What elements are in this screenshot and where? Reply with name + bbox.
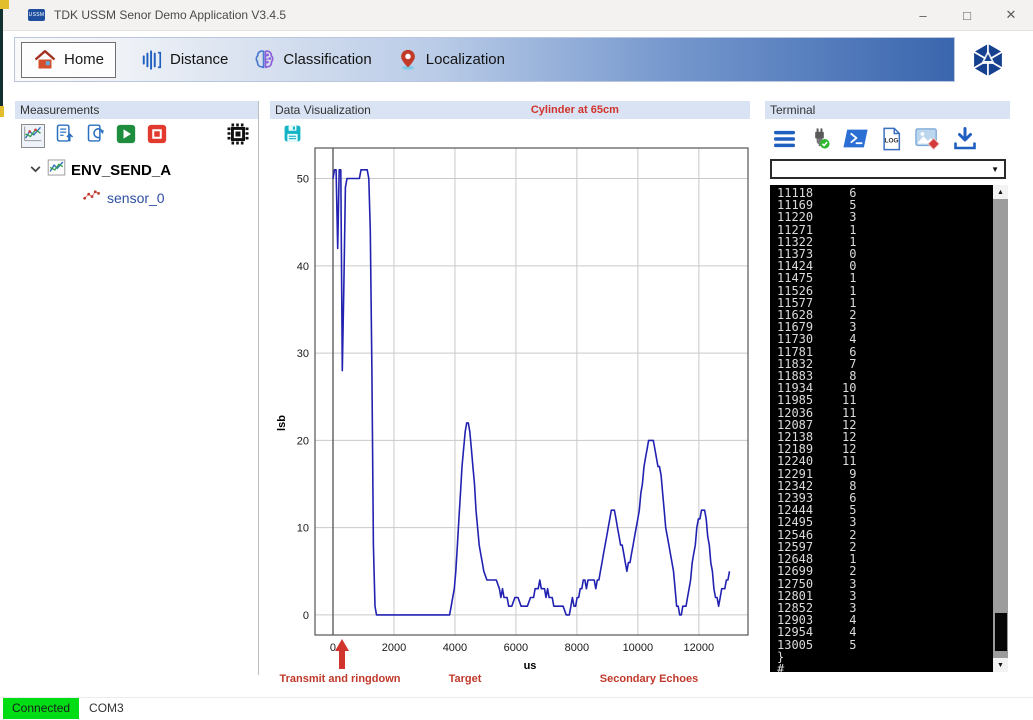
svg-text:6000: 6000	[504, 642, 528, 654]
chip-config-button[interactable]	[226, 122, 250, 151]
svg-text:30: 30	[297, 348, 309, 360]
export-script-button[interactable]	[52, 124, 76, 148]
svg-text:50: 50	[297, 174, 309, 186]
background-window-edge	[0, 0, 9, 9]
viz-toolbar	[270, 119, 750, 148]
menu-icon[interactable]	[773, 129, 796, 154]
document-refresh-button[interactable]	[83, 124, 107, 148]
nav-tab-localization[interactable]: Localization	[397, 48, 505, 71]
annotation-target: Target	[449, 673, 482, 685]
screenshot-icon[interactable]	[914, 127, 940, 156]
chip-icon	[226, 122, 250, 151]
com-port-tab[interactable]: COM3	[79, 698, 134, 719]
waveform-icon	[141, 49, 163, 71]
annotation-transmit: Transmit and ringdown	[279, 673, 400, 685]
nav-tab-home[interactable]: Home	[21, 41, 117, 78]
measurements-header: Measurements	[15, 101, 258, 119]
svg-text:40: 40	[297, 261, 309, 273]
powershell-icon[interactable]	[843, 128, 869, 154]
command-dropdown[interactable]: ▼	[770, 159, 1006, 179]
play-icon	[116, 124, 136, 149]
svg-text:20: 20	[297, 435, 309, 447]
scrollbar-thumb[interactable]	[994, 612, 1008, 652]
background-window-edge	[0, 106, 4, 117]
scroll-up-icon[interactable]: ▲	[993, 185, 1008, 199]
data-visualization-header: Data Visualization Cylinder at 65cm	[270, 101, 750, 119]
tree-node-sensor-0[interactable]: sensor_0	[15, 188, 258, 207]
measurements-toolbar	[15, 119, 258, 150]
map-pin-icon	[397, 48, 419, 71]
nav-bar: Home Distance Classification Localizatio…	[14, 37, 955, 82]
terminal-output: 11118 6 11169 5 11220 3 11271 1 11322 1 …	[777, 186, 857, 672]
log-file-icon[interactable]: LOG	[881, 127, 902, 156]
home-icon	[33, 48, 57, 72]
app-window: USSM TDK USSM Senor Demo Application V3.…	[0, 0, 1033, 720]
svg-text:10000: 10000	[623, 642, 654, 654]
chevron-down-icon[interactable]: ▼	[991, 165, 1004, 174]
usb-connected-icon[interactable]	[808, 127, 831, 155]
svg-text:8000: 8000	[565, 642, 589, 654]
measurements-tree: ENV_SEND_A sensor_0	[15, 150, 258, 207]
tree-node-label: sensor_0	[107, 189, 165, 206]
document-refresh-icon	[85, 123, 106, 149]
connection-status-badge: Connected	[3, 698, 80, 719]
svg-text:10: 10	[297, 523, 309, 535]
maximize-button[interactable]: □	[945, 0, 989, 30]
terminal-console[interactable]: 11118 6 11169 5 11220 3 11271 1 11322 1 …	[770, 185, 1008, 672]
nav-tab-distance-label: Distance	[170, 51, 229, 68]
export-script-icon	[54, 123, 75, 149]
chevron-down-icon[interactable]	[29, 161, 42, 179]
svg-text:12000: 12000	[684, 642, 715, 654]
terminal-panel: Terminal LOG ▼ 11118 6 11169 5 11220 3 1…	[765, 101, 1010, 676]
graph-display-icon	[23, 124, 43, 149]
svg-text:LOG: LOG	[885, 137, 899, 144]
envelope-trace	[332, 168, 731, 616]
graph-display-button[interactable]	[21, 124, 45, 148]
tdk-logo	[966, 40, 1010, 85]
terminal-scrollbar[interactable]: ▲ ▼	[993, 185, 1008, 672]
y-axis-label: lsb	[276, 415, 288, 431]
nav-tab-home-label: Home	[64, 51, 105, 68]
svg-text:0: 0	[330, 642, 336, 654]
data-visualization-title: Data Visualization	[275, 103, 371, 117]
tree-node-label: ENV_SEND_A	[71, 161, 172, 179]
minimize-button[interactable]: –	[901, 0, 945, 30]
download-icon[interactable]	[952, 126, 978, 156]
envelope-chart: 0 10 20 30 40 50 0 2000 4000 6000 8000 10000 12000 l…	[272, 145, 750, 695]
background-window-edge	[0, 9, 3, 106]
tree-node-env-send-a[interactable]: ENV_SEND_A	[15, 158, 258, 182]
transmit-arrow-icon	[335, 639, 349, 669]
nav-tab-localization-label: Localization	[425, 51, 505, 68]
nav-tab-distance[interactable]: Distance	[141, 49, 228, 71]
window-controls: – □ ✕	[901, 0, 1033, 30]
stop-icon	[147, 124, 167, 149]
window-title: TDK USSM Senor Demo Application V3.4.5	[54, 8, 287, 22]
brain-circuit-icon	[253, 48, 276, 71]
graph-node-icon	[47, 158, 66, 182]
close-button[interactable]: ✕	[989, 0, 1033, 30]
status-bar: Connected COM3	[0, 697, 1033, 720]
data-visualization-panel: Data Visualization Cylinder at 65cm 0 10…	[270, 101, 750, 691]
title-bar: USSM TDK USSM Senor Demo Application V3.…	[0, 0, 1033, 31]
chart-caption: Cylinder at 65cm	[530, 104, 619, 116]
annotation-secondary: Secondary Echoes	[600, 673, 698, 685]
scatter-sensor-icon	[83, 188, 101, 207]
terminal-toolbar: LOG	[765, 119, 1010, 156]
plot-border	[314, 147, 749, 636]
scroll-down-icon[interactable]: ▼	[993, 658, 1008, 672]
svg-text:0: 0	[303, 610, 309, 622]
nav-tab-classification-label: Classification	[283, 51, 372, 68]
svg-text:4000: 4000	[443, 642, 467, 654]
stop-button[interactable]	[145, 124, 169, 148]
app-icon: USSM	[28, 9, 45, 21]
svg-text:2000: 2000	[382, 642, 406, 654]
measurements-panel: Measurements ENV_SEND_A sensor_0	[15, 101, 259, 675]
nav-tab-classification[interactable]: Classification	[253, 48, 372, 71]
x-axis-label: us	[524, 660, 537, 672]
terminal-header: Terminal	[765, 101, 1010, 119]
play-button[interactable]	[114, 124, 138, 148]
